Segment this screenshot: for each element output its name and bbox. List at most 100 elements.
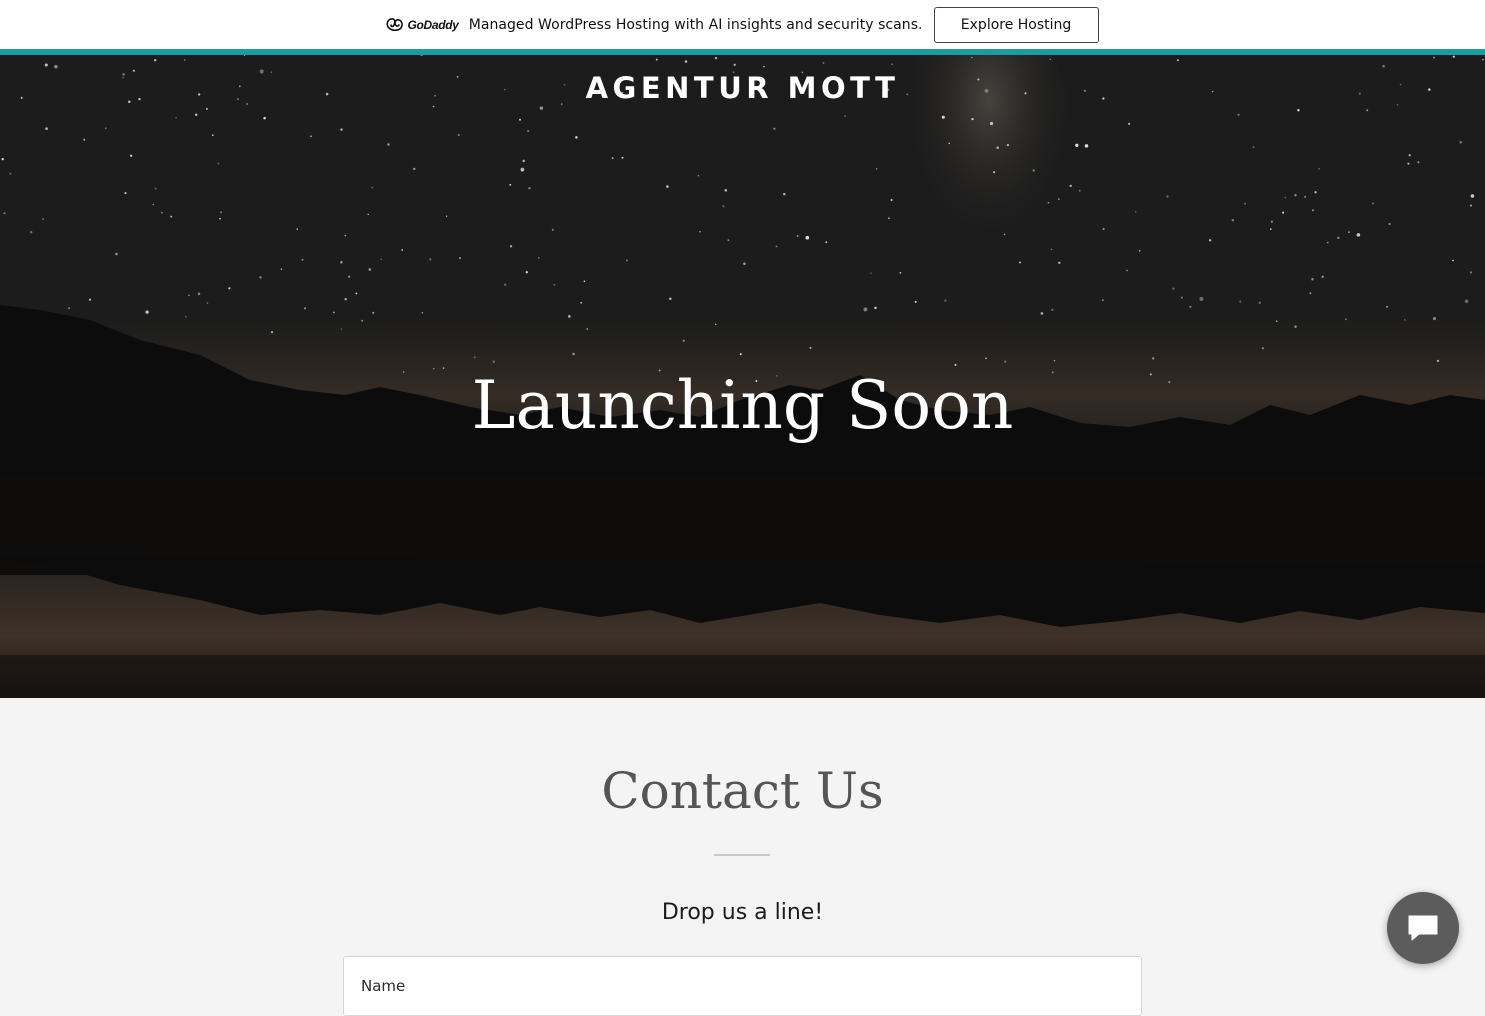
star [1417,161,1420,164]
star [3,212,6,215]
star [88,298,92,301]
star [1102,227,1105,231]
star [401,249,404,251]
star [1388,222,1391,226]
star [1231,218,1235,222]
star [124,192,127,195]
star [1356,233,1361,237]
star [1327,241,1329,244]
star [1270,220,1273,223]
star [870,272,872,274]
chat-bubble-icon [1408,915,1438,941]
star [733,63,736,66]
star [537,256,540,259]
star [743,262,746,266]
star [699,230,701,233]
star [722,205,725,208]
explore-hosting-button[interactable]: Explore Hosting [933,6,1099,43]
star [1,158,4,161]
star [1075,143,1079,147]
star [891,63,893,65]
godaddy-logo: GoDaddy [386,17,459,33]
star [996,146,999,149]
star [621,156,624,159]
star [583,280,586,283]
star [1269,228,1272,230]
star [1404,319,1406,321]
star [1436,359,1440,363]
star [263,116,266,120]
star [367,213,369,216]
star [575,136,578,139]
star [44,63,48,67]
star [1058,198,1060,200]
contact-section: Contact Us Drop us a line! Name [0,698,1485,1016]
star [344,234,347,237]
star [783,192,786,196]
star [372,311,375,314]
star [1138,249,1141,252]
star [154,59,157,62]
star [586,328,589,330]
star [432,105,435,108]
star [1003,233,1006,236]
star [429,258,432,261]
star [1252,146,1255,148]
godaddy-logo-text: GoDaddy [407,17,459,32]
star [9,172,12,175]
star [41,217,45,221]
star [874,306,877,310]
star [1078,189,1081,192]
star [1102,299,1104,301]
star [525,271,528,274]
site-title[interactable]: AGENTUR MOTT [0,71,1485,105]
star [206,302,209,304]
star [1366,109,1369,112]
promo-banner: GoDaddy Managed WordPress Hosting with A… [0,0,1485,49]
star [421,312,424,314]
star [971,117,974,121]
star [611,157,614,160]
star [1126,269,1128,272]
star [361,319,364,322]
star [1189,305,1192,309]
star [348,275,351,278]
star [304,307,306,310]
star [1127,122,1131,126]
star [863,307,868,312]
star [1258,301,1262,305]
star [205,107,208,110]
star [714,56,718,60]
star [1294,325,1297,328]
star [183,59,186,61]
star [522,159,525,163]
star [458,257,462,260]
star [1432,56,1436,59]
star [1344,318,1347,321]
star [763,65,765,68]
star [520,167,525,172]
star [580,301,583,304]
star [773,127,776,131]
star [697,174,700,177]
star [83,138,86,141]
star [844,115,846,117]
star [457,134,460,137]
chat-button[interactable] [1387,892,1459,964]
star [1294,194,1297,197]
name-field[interactable]: Name [343,956,1142,1016]
star [551,228,554,231]
star [899,271,902,274]
star [154,187,157,190]
star [1408,154,1411,157]
star [296,228,298,230]
star [371,186,374,189]
star [1407,162,1410,165]
star [219,211,223,214]
star [270,330,274,334]
star [875,168,878,170]
star [509,245,513,248]
star [954,363,957,366]
star [669,297,672,301]
star [340,260,343,264]
